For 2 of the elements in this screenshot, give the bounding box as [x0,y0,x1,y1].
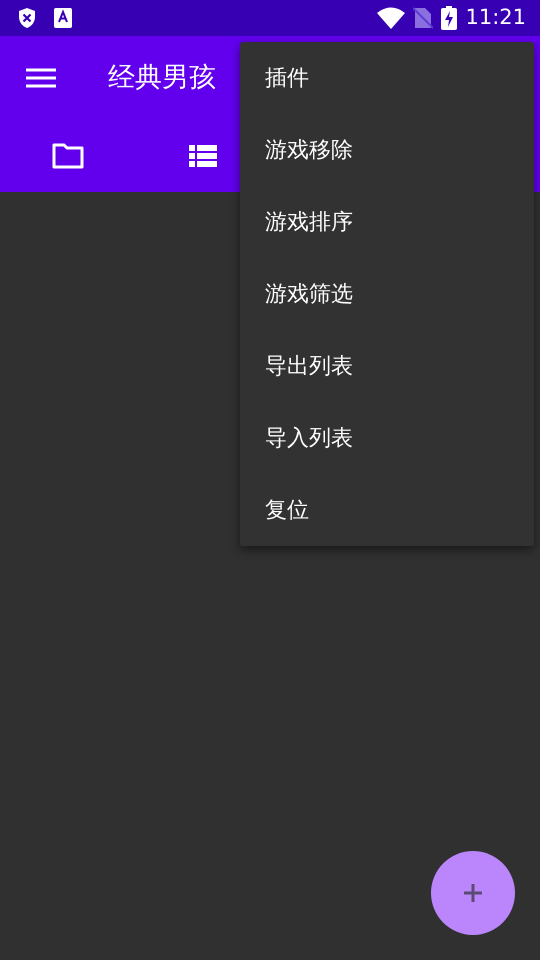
clock: 11:21 [465,4,526,32]
app-title: 经典男孩 [108,60,216,95]
